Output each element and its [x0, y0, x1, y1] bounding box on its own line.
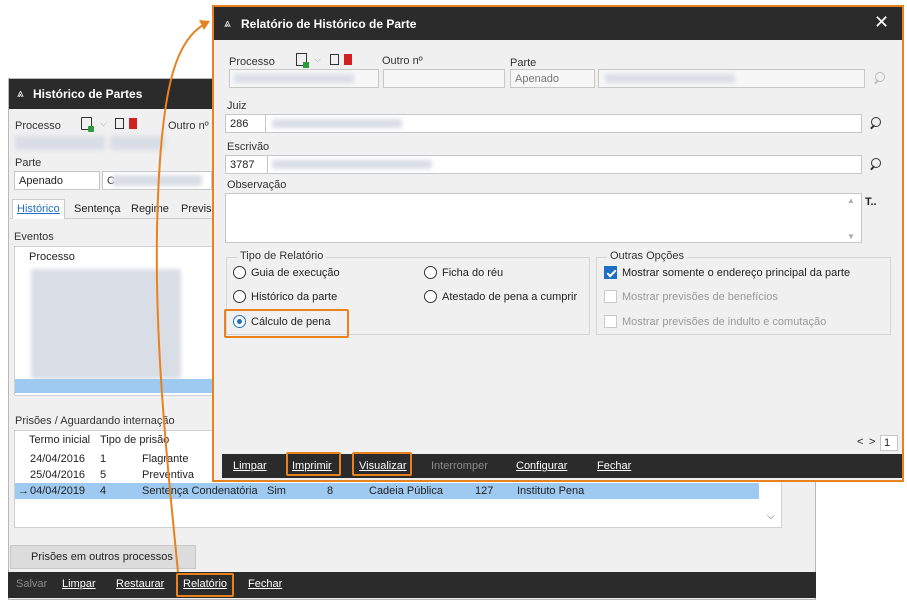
pager-next-icon[interactable]: > — [869, 436, 875, 448]
outras-opcoes-title: Outras Opções — [607, 250, 687, 262]
radio-label: Ficha do réu — [442, 266, 504, 279]
checkbox-endereco-principal[interactable]: Mostrar somente o endereço principal da … — [604, 266, 850, 279]
checkbox-previsoes-beneficios[interactable]: Mostrar previsões de benefícios — [604, 290, 778, 303]
observacao-label: Observação — [227, 179, 287, 191]
observacao-textarea[interactable]: ▲ ▼ — [225, 193, 862, 243]
stop-icon[interactable] — [344, 54, 352, 65]
dlg-outro-no-label: Outro nº — [382, 55, 423, 67]
dialog-titlebar: ⩓ Relatório de Histórico de Parte ✕ — [214, 7, 902, 40]
pager-page-field[interactable]: 1 — [880, 435, 898, 451]
tipo-relatorio-title: Tipo de Relatório — [237, 250, 327, 262]
radio-dot — [233, 290, 246, 303]
radio-label: Histórico da parte — [251, 290, 338, 303]
radio-dot — [424, 290, 437, 303]
close-icon[interactable]: ✕ — [874, 12, 889, 33]
parte-search-icon[interactable] — [872, 71, 888, 87]
checkbox-box — [604, 315, 617, 328]
dlg-outro-no-field[interactable] — [383, 69, 505, 88]
checkbox-previsoes-indulto[interactable]: Mostrar previsões de indulto e comutação — [604, 315, 826, 328]
radio-dot — [424, 266, 437, 279]
app-logo-icon: ⩓ — [224, 16, 231, 30]
escrivao-label: Escrivão — [227, 141, 270, 153]
new-document-icon[interactable] — [296, 53, 309, 68]
radio-guia-execucao[interactable]: Guia de execução — [233, 266, 340, 279]
dlg-parte-name-blur — [605, 74, 735, 83]
dlg-parte-type-field[interactable]: Apenado — [510, 69, 595, 88]
radio-dot — [233, 266, 246, 279]
dlg-parte-label: Parte — [510, 57, 537, 69]
escrivao-search-icon[interactable] — [868, 157, 884, 173]
pager-prev-icon[interactable]: < — [857, 436, 863, 448]
text-format-icon[interactable]: T.. — [865, 196, 877, 208]
dlg-processo-label: Processo — [229, 56, 275, 68]
radio-historico-parte[interactable]: Histórico da parte — [233, 290, 337, 303]
calculo-pena-highlight — [224, 309, 349, 338]
checkbox-box — [604, 290, 617, 303]
radio-atestado-pena[interactable]: Atestado de pena a cumprir — [424, 290, 577, 303]
note-icon[interactable] — [330, 54, 339, 65]
fechar-button[interactable]: Fechar — [597, 460, 631, 472]
checkbox-label: Mostrar somente o endereço principal da … — [622, 266, 851, 279]
radio-label: Guia de execução — [251, 266, 340, 279]
radio-label: Atestado de pena a cumprir — [442, 290, 578, 303]
juiz-search-icon[interactable] — [868, 116, 884, 132]
escrivao-name-blur — [272, 160, 432, 169]
juiz-name-blur — [272, 119, 402, 128]
checkbox-label: Mostrar previsões de benefícios — [622, 290, 778, 303]
checkbox-box — [604, 266, 617, 279]
scroll-up-icon[interactable]: ▲ — [847, 196, 855, 205]
checkbox-label: Mostrar previsões de indulto e comutação — [622, 315, 827, 328]
configurar-button[interactable]: Configurar — [516, 460, 567, 472]
escrivao-code-field[interactable]: 3787 — [225, 155, 267, 174]
interromper-button[interactable]: Interromper — [431, 460, 488, 472]
juiz-label: Juiz — [227, 100, 247, 112]
dialog-title: Relatório de Histórico de Parte — [241, 17, 417, 31]
chevron-down-icon[interactable]: ⌵ — [314, 54, 321, 65]
juiz-code-field[interactable]: 286 — [225, 114, 265, 133]
dlg-processo-blur — [234, 74, 354, 83]
imprimir-highlight — [286, 452, 341, 476]
visualizar-highlight — [352, 452, 412, 476]
scroll-down-icon[interactable]: ▼ — [847, 232, 855, 241]
limpar-button[interactable]: Limpar — [233, 460, 267, 472]
radio-ficha-reu[interactable]: Ficha do réu — [424, 266, 503, 279]
